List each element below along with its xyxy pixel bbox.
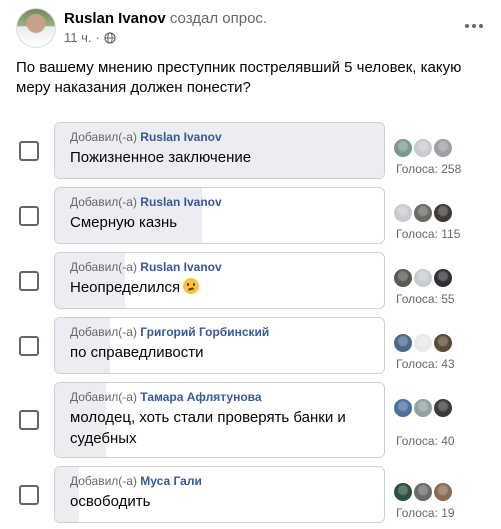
added-prefix: Добавил(-а) bbox=[70, 390, 137, 404]
option-label: Пожизненное заключение bbox=[70, 149, 252, 166]
voter-avatars[interactable] bbox=[392, 202, 454, 224]
voter-avatar[interactable] bbox=[412, 137, 434, 159]
voter-avatar[interactable] bbox=[412, 397, 434, 419]
author-action: создал опрос. bbox=[169, 10, 268, 27]
option-label: Смерную казнь bbox=[70, 214, 178, 231]
option-content: Добавил(-а) Тамара Афлятунова молодец, хо… bbox=[55, 383, 384, 449]
option-text: Неопределился bbox=[70, 277, 384, 298]
option-checkbox[interactable] bbox=[19, 141, 39, 161]
voter-avatar[interactable] bbox=[432, 481, 454, 503]
option-label: освободить bbox=[70, 493, 151, 510]
option-label: молодец, хоть стали проверять банки и су… bbox=[70, 409, 346, 447]
globe-icon bbox=[104, 31, 116, 44]
added-prefix: Добавил(-а) bbox=[70, 195, 137, 209]
post-time[interactable]: 11 ч. bbox=[64, 30, 92, 45]
option-content: Добавил(-а) Григорий Горбинский по справе… bbox=[55, 318, 384, 363]
vote-count[interactable]: Голоса: 258 bbox=[396, 162, 461, 176]
thinking-face-emoji-icon bbox=[183, 278, 200, 294]
voter-avatars[interactable] bbox=[392, 137, 454, 159]
voter-avatar[interactable] bbox=[392, 137, 414, 159]
option-added-by: Добавил(-а) Григорий Горбинский bbox=[70, 324, 384, 340]
option-added-by: Добавил(-а) Ruslan Ivanov bbox=[70, 129, 384, 145]
option-added-by: Добавил(-а) Муса Гали bbox=[70, 473, 384, 489]
added-prefix: Добавил(-а) bbox=[70, 260, 137, 274]
option-content: Добавил(-а) Ruslan Ivanov Пожизненное зак… bbox=[55, 123, 384, 168]
voter-avatar[interactable] bbox=[432, 137, 454, 159]
option-text: молодец, хоть стали проверять банки и су… bbox=[70, 407, 384, 449]
poll-question: По вашему мнению преступник пострелявший… bbox=[16, 59, 462, 96]
option-checkbox[interactable] bbox=[19, 271, 39, 291]
vote-count[interactable]: Голоса: 19 bbox=[396, 506, 455, 520]
poll-option: Добавил(-а) Григорий Горбинский по справе… bbox=[0, 317, 501, 374]
option-content: Добавил(-а) Муса Гали освободить bbox=[55, 467, 384, 512]
option-text: Смерную казнь bbox=[70, 212, 384, 233]
option-label: по справедливости bbox=[70, 344, 204, 361]
voter-avatars[interactable] bbox=[392, 267, 454, 289]
option-checkbox[interactable] bbox=[19, 206, 39, 226]
voter-avatar[interactable] bbox=[392, 202, 414, 224]
voter-avatar[interactable] bbox=[412, 267, 434, 289]
option-checkbox[interactable] bbox=[19, 336, 39, 356]
added-by-name[interactable]: Муса Гали bbox=[140, 474, 202, 488]
option-content: Добавил(-а) Ruslan Ivanov Неопределился bbox=[55, 253, 384, 298]
option-text: по справедливости bbox=[70, 342, 384, 363]
post-header: Ruslan Ivanov создал опрос. 11 ч. · bbox=[16, 8, 486, 50]
poll-option: Добавил(-а) Тамара Афлятунова молодец, хо… bbox=[0, 382, 501, 458]
option-content: Добавил(-а) Ruslan Ivanov Смерную казнь bbox=[55, 188, 384, 233]
option-box[interactable]: Добавил(-а) Ruslan Ivanov Пожизненное зак… bbox=[54, 122, 385, 179]
option-label: Неопределился bbox=[70, 279, 181, 296]
option-added-by: Добавил(-а) Тамара Афлятунова bbox=[70, 389, 384, 405]
poll-option: Добавил(-а) Муса Гали освободить Голоса: 1… bbox=[0, 466, 501, 523]
meta-separator: · bbox=[95, 30, 100, 45]
option-added-by: Добавил(-а) Ruslan Ivanov bbox=[70, 259, 384, 275]
vote-count[interactable]: Голоса: 40 bbox=[396, 434, 455, 448]
poll-option: Добавил(-а) Ruslan Ivanov Смерную казнь Го… bbox=[0, 187, 501, 244]
option-box[interactable]: Добавил(-а) Тамара Афлятунова молодец, хо… bbox=[54, 382, 385, 458]
author-name[interactable]: Ruslan Ivanov bbox=[64, 10, 166, 27]
vote-count[interactable]: Голоса: 43 bbox=[396, 357, 455, 371]
option-added-by: Добавил(-а) Ruslan Ivanov bbox=[70, 194, 384, 210]
added-prefix: Добавил(-а) bbox=[70, 130, 137, 144]
added-by-name[interactable]: Тамара Афлятунова bbox=[140, 390, 261, 404]
added-by-name[interactable]: Ruslan Ivanov bbox=[140, 195, 221, 209]
voter-avatars[interactable] bbox=[392, 397, 454, 419]
voter-avatars[interactable] bbox=[392, 332, 454, 354]
option-box[interactable]: Добавил(-а) Муса Гали освободить bbox=[54, 466, 385, 523]
vote-count[interactable]: Голоса: 55 bbox=[396, 292, 455, 306]
more-horizontal-icon[interactable] bbox=[462, 16, 486, 36]
option-checkbox[interactable] bbox=[19, 485, 39, 505]
option-box[interactable]: Добавил(-а) Ruslan Ivanov Неопределился bbox=[54, 252, 385, 309]
author-avatar[interactable] bbox=[16, 8, 56, 48]
added-by-name[interactable]: Ruslan Ivanov bbox=[140, 260, 221, 274]
voter-avatar[interactable] bbox=[412, 202, 434, 224]
option-box[interactable]: Добавил(-а) Ruslan Ivanov Смерную казнь bbox=[54, 187, 385, 244]
voter-avatar[interactable] bbox=[432, 202, 454, 224]
option-text: Пожизненное заключение bbox=[70, 147, 384, 168]
voter-avatar[interactable] bbox=[432, 397, 454, 419]
voter-avatars[interactable] bbox=[392, 481, 454, 503]
voter-avatar[interactable] bbox=[392, 397, 414, 419]
voter-avatar[interactable] bbox=[432, 332, 454, 354]
vote-count[interactable]: Голоса: 115 bbox=[396, 227, 460, 241]
added-by-name[interactable]: Григорий Горбинский bbox=[140, 325, 269, 339]
option-box[interactable]: Добавил(-а) Григорий Горбинский по справе… bbox=[54, 317, 385, 374]
option-checkbox[interactable] bbox=[19, 410, 39, 430]
voter-avatar[interactable] bbox=[412, 332, 434, 354]
added-prefix: Добавил(-а) bbox=[70, 474, 137, 488]
voter-avatar[interactable] bbox=[392, 267, 414, 289]
option-text: освободить bbox=[70, 491, 384, 512]
post-meta: 11 ч. · bbox=[64, 30, 116, 45]
poll-option: Добавил(-а) Ruslan Ivanov Неопределился Го… bbox=[0, 252, 501, 309]
voter-avatar[interactable] bbox=[412, 481, 434, 503]
poll-option: Добавил(-а) Ruslan Ivanov Пожизненное зак… bbox=[0, 122, 501, 179]
voter-avatar[interactable] bbox=[392, 332, 414, 354]
voter-avatar[interactable] bbox=[392, 481, 414, 503]
added-prefix: Добавил(-а) bbox=[70, 325, 137, 339]
author-line: Ruslan Ivanov создал опрос. bbox=[64, 10, 267, 27]
voter-avatar[interactable] bbox=[432, 267, 454, 289]
added-by-name[interactable]: Ruslan Ivanov bbox=[140, 130, 221, 144]
